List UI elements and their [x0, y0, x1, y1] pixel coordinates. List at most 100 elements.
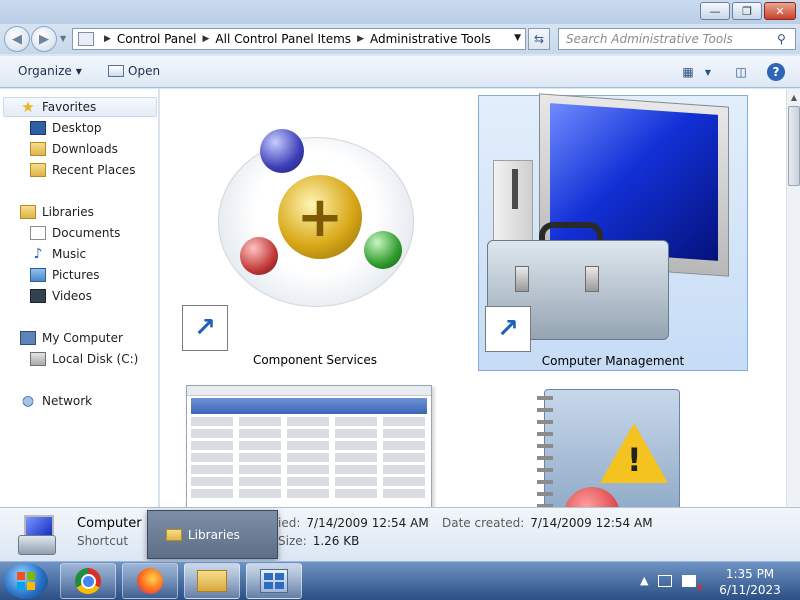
change-view-icon[interactable]: ▦ — [678, 62, 698, 82]
sidebar-item-videos[interactable]: Videos — [30, 286, 92, 306]
breadcrumb-arrow-icon[interactable]: ▶ — [104, 34, 111, 44]
file-item-computer-management[interactable]: ↗ Computer Management — [478, 93, 748, 371]
control-panel-icon — [78, 32, 94, 46]
data-sources-icon[interactable] — [186, 385, 432, 507]
chrome-icon — [75, 568, 101, 594]
help-icon[interactable]: ? — [767, 63, 785, 81]
address-bar[interactable]: ▶ Control Panel ▶ All Control Panel Item… — [72, 28, 526, 50]
sidebar-item-label: Videos — [52, 289, 92, 303]
close-button[interactable]: ✕ — [764, 2, 796, 20]
breadcrumb-arrow-icon[interactable]: ▶ — [203, 34, 210, 44]
component-services-center-icon: + — [278, 175, 362, 259]
details-modified-label: ied: — [278, 516, 301, 530]
system-clock[interactable]: 1:35 PM 6/11/2023 — [708, 566, 792, 598]
music-icon: ♪ — [33, 246, 43, 262]
breadcrumb-arrow-icon[interactable]: ▶ — [357, 34, 364, 44]
sidebar-item-label: My Computer — [42, 331, 123, 345]
sidebar-item-favorites[interactable]: ★ Favorites — [3, 97, 157, 117]
view-options-dropdown-icon[interactable]: ▼ — [698, 62, 718, 82]
search-box[interactable]: Search Administrative Tools ⚲ — [558, 28, 796, 50]
back-button[interactable]: ◀ — [4, 26, 30, 52]
chevron-down-icon: ▼ — [75, 66, 82, 76]
notification-area: ▲ — [640, 574, 702, 593]
shortcut-arrow-icon: ↗ — [182, 305, 228, 351]
component-orb-red-icon — [240, 237, 278, 275]
details-date-modified: ied: 7/14/2009 12:54 AM — [278, 516, 429, 530]
details-name: Computer M — [77, 516, 157, 531]
show-hidden-icons-icon[interactable]: ▲ — [640, 574, 648, 587]
breadcrumb-all-items[interactable]: All Control Panel Items — [215, 32, 351, 46]
desktop-icon — [30, 121, 46, 135]
libraries-icon — [166, 528, 182, 541]
sidebar-item-music[interactable]: ♪ Music — [30, 244, 87, 264]
sidebar-item-libraries[interactable]: Libraries — [20, 202, 94, 222]
sidebar-item-documents[interactable]: Documents — [30, 223, 120, 243]
scroll-up-icon[interactable]: ▲ — [787, 89, 800, 105]
sidebar-item-downloads[interactable]: Downloads — [30, 139, 118, 159]
tooltip-label: Libraries — [188, 527, 240, 542]
maximize-button[interactable]: ❐ — [732, 2, 762, 20]
breadcrumb-control-panel[interactable]: Control Panel — [117, 32, 197, 46]
refresh-button[interactable]: ⇆ — [528, 28, 550, 50]
minimize-button[interactable]: — — [700, 2, 730, 20]
sidebar-item-recent-places[interactable]: Recent Places — [30, 160, 135, 180]
file-item-label: Computer Management — [541, 354, 685, 368]
local-disk-icon — [30, 352, 46, 366]
sidebar-item-local-disk[interactable]: Local Disk (C:) — [30, 349, 138, 369]
details-created-value: 7/14/2009 12:54 AM — [530, 516, 653, 530]
search-icon[interactable]: ⚲ — [777, 32, 795, 46]
start-button[interactable] — [4, 563, 48, 599]
videos-icon — [30, 289, 46, 303]
details-modified-value: 7/14/2009 12:54 AM — [306, 516, 429, 530]
sidebar-item-label: Downloads — [52, 142, 118, 156]
shortcut-arrow-icon: ↗ — [485, 306, 531, 352]
open-button[interactable]: Open — [108, 64, 160, 78]
sidebar-item-network[interactable]: ◍ Network — [20, 391, 92, 411]
toolbox-latch-icon — [585, 266, 599, 292]
downloads-folder-icon — [30, 142, 46, 156]
taskbar-thumbnail-tooltip[interactable]: Libraries — [147, 510, 278, 559]
forward-arrow-icon: ▶ — [39, 31, 49, 47]
file-item-component-services[interactable]: + ↗ Component Services — [170, 95, 460, 371]
pictures-icon — [30, 268, 46, 282]
search-input[interactable]: Search Administrative Tools — [566, 32, 777, 46]
details-size: Size: 1.26 KB — [278, 534, 359, 548]
sidebar-item-label: Music — [52, 247, 87, 261]
windows-logo-icon — [17, 572, 35, 590]
navigation-bar: ◀ ▶ ▼ ▶ Control Panel ▶ All Control Pane… — [0, 24, 800, 54]
clock-date: 6/11/2023 — [719, 583, 781, 597]
title-bar: — ❐ ✕ — [0, 0, 800, 26]
forward-button[interactable]: ▶ — [31, 26, 57, 52]
network-icon: ◍ — [21, 393, 35, 409]
taskbar-chrome-button[interactable] — [60, 563, 116, 599]
scrollbar-thumb[interactable] — [788, 106, 800, 186]
network-disconnected-icon[interactable] — [682, 574, 702, 593]
computer-management-icon — [14, 515, 60, 555]
component-orb-green-icon — [364, 231, 402, 269]
sidebar-item-desktop[interactable]: Desktop — [30, 118, 102, 138]
libraries-icon — [20, 205, 36, 219]
firefox-icon — [137, 568, 163, 594]
window-controls: — ❐ ✕ — [700, 2, 796, 20]
star-icon: ★ — [21, 98, 35, 116]
address-dropdown-icon[interactable]: ▼ — [514, 33, 521, 43]
preview-pane-icon[interactable]: ◫ — [731, 62, 751, 82]
sidebar-item-pictures[interactable]: Pictures — [30, 265, 100, 285]
sidebar-item-label: Documents — [52, 226, 121, 240]
taskbar-control-panel-button[interactable] — [246, 563, 302, 599]
control-panel-icon — [260, 569, 288, 593]
toolbox-latch-icon — [515, 266, 529, 292]
sidebar-item-label: Network — [42, 394, 93, 408]
organize-button[interactable]: Organize ▼ — [18, 64, 82, 78]
refresh-icon: ⇆ — [533, 32, 545, 46]
action-center-flag-icon[interactable] — [658, 574, 673, 587]
back-arrow-icon: ◀ — [12, 31, 22, 47]
breadcrumb-administrative-tools[interactable]: Administrative Tools — [370, 32, 491, 46]
sidebar-item-label: Local Disk (C:) — [52, 352, 139, 366]
sidebar-item-my-computer[interactable]: My Computer — [20, 328, 123, 348]
vertical-scrollbar[interactable]: ▲ — [786, 89, 800, 507]
taskbar-explorer-button[interactable] — [184, 563, 240, 599]
clock-time: 1:35 PM — [725, 567, 775, 581]
taskbar-firefox-button[interactable] — [122, 563, 178, 599]
recent-pages-dropdown-icon[interactable]: ▼ — [60, 34, 66, 43]
